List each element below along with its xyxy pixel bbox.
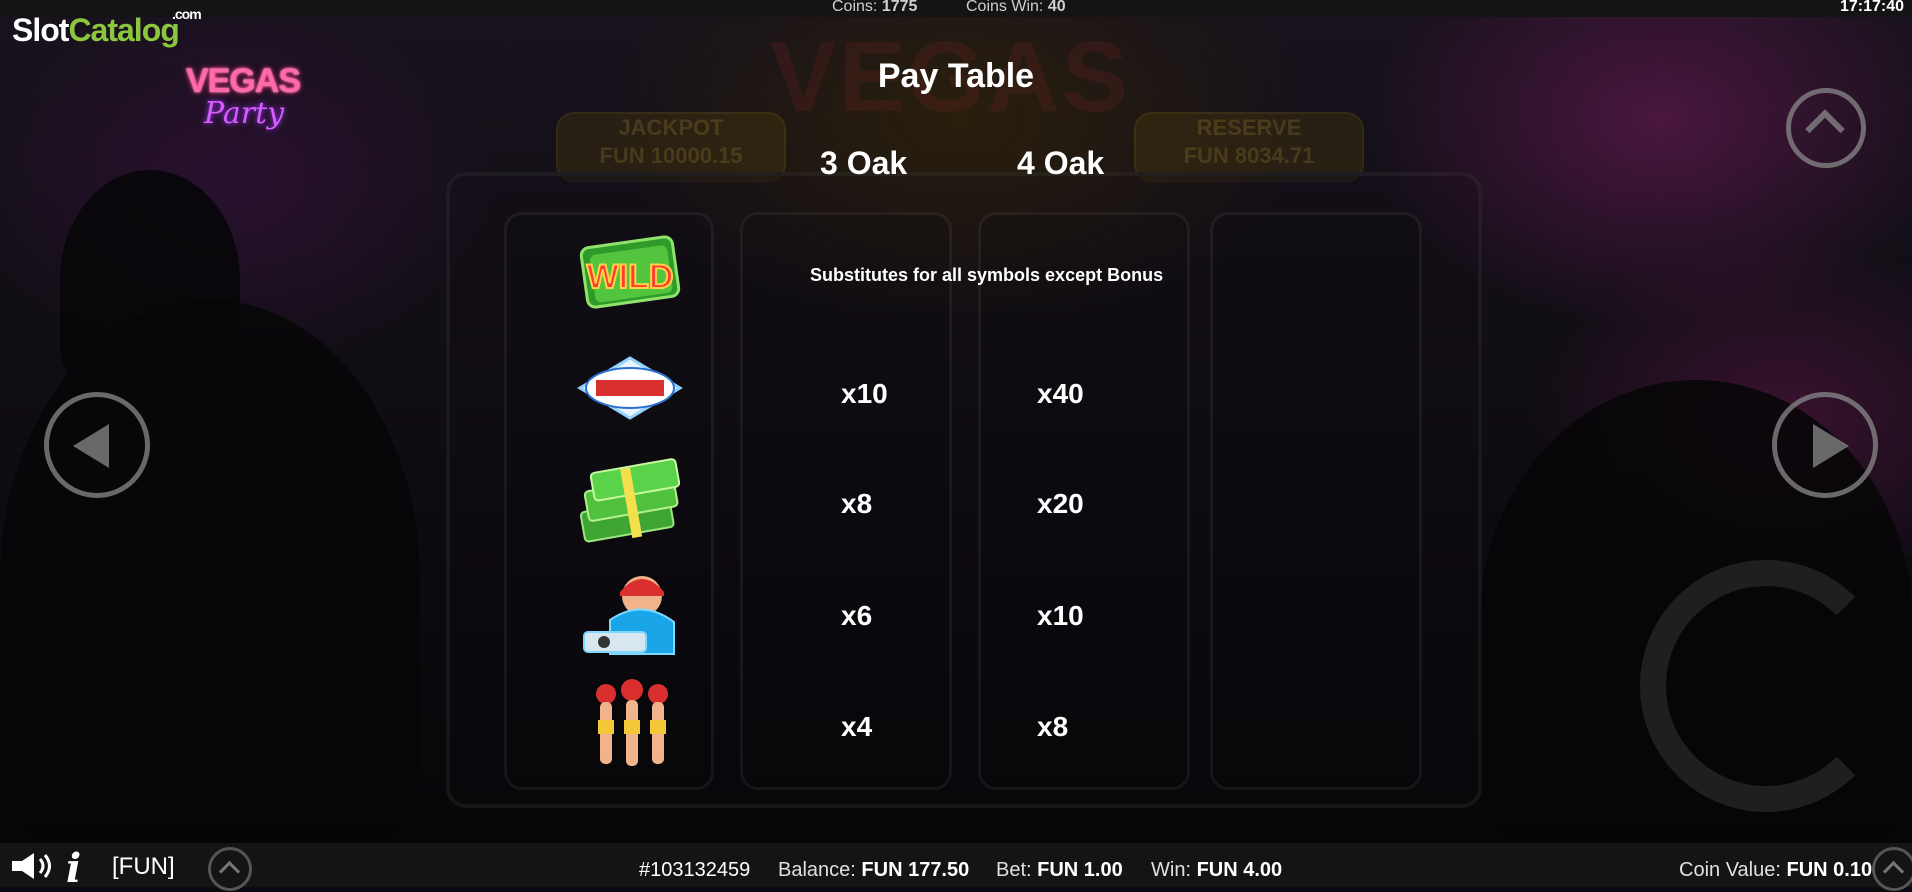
coins-label: Coins: xyxy=(832,0,878,15)
win-display: Win: FUN 4.00 xyxy=(1151,859,1282,882)
payout-4oak: x10 xyxy=(1037,600,1084,631)
payout-4oak: x20 xyxy=(1037,488,1084,519)
coins-win-display: Coins Win: 40 xyxy=(966,0,1066,15)
showgirls-symbol-icon xyxy=(570,676,690,772)
balance-label: Balance: xyxy=(778,859,856,881)
win-label: Win: xyxy=(1151,859,1191,881)
clock: 17:17:40 xyxy=(1839,0,1904,15)
currency-mode: [FUN] xyxy=(112,853,175,880)
chevron-up-icon xyxy=(1805,109,1845,149)
coins-value: 1775 xyxy=(881,0,918,15)
crowd-silhouette xyxy=(60,170,240,390)
payout-4oak: x8 xyxy=(1037,711,1069,742)
reserve-value: FUN 8034.71 xyxy=(1183,143,1315,168)
info-icon[interactable]: i xyxy=(66,845,81,892)
reel xyxy=(978,212,1190,790)
win-value: FUN 4.00 xyxy=(1196,859,1283,881)
balance-display: Balance: FUN 177.50 xyxy=(778,859,969,882)
spin-refresh-icon xyxy=(1640,560,1892,812)
coin-value-label: Coin Value: xyxy=(1679,859,1781,881)
payout-3oak: x6 xyxy=(841,600,873,631)
paytable-title: Pay Table xyxy=(877,57,1035,95)
balance-value: FUN 177.50 xyxy=(861,859,970,881)
jackpot-label: JACKPOT xyxy=(618,115,724,140)
las-vegas-sign-icon xyxy=(570,342,690,438)
svg-text:WILD: WILD xyxy=(587,258,674,296)
reel xyxy=(1210,212,1422,790)
bet-label: Bet: xyxy=(996,859,1032,881)
slotcatalog-watermark: SlotCatalog .com xyxy=(12,6,202,49)
money-stack-icon xyxy=(570,454,690,550)
arrow-right-icon xyxy=(1813,424,1849,468)
reserve-label: RESERVE xyxy=(1196,115,1302,140)
arrow-left-icon xyxy=(73,424,109,468)
round-id: #103132459 xyxy=(639,859,751,881)
bet-display: Bet: FUN 1.00 xyxy=(996,859,1123,882)
wild-description: Substitutes for all symbols except Bonus xyxy=(810,265,1164,285)
speaker-icon[interactable] xyxy=(10,851,54,881)
watermark-com: .com xyxy=(172,6,202,22)
jackpot-value: FUN 10000.15 xyxy=(599,143,743,168)
watermark-slot: Slot xyxy=(12,12,69,48)
coin-value-display: Coin Value: FUN 0.10 xyxy=(1679,859,1872,882)
payout-3oak: x4 xyxy=(841,711,873,742)
menu-up-button[interactable] xyxy=(208,847,252,891)
bottom-status-bar: i [FUN] #103132459 Balance: FUN 177.50 B… xyxy=(0,843,1912,892)
payout-3oak: x8 xyxy=(841,488,873,519)
coins-win-value: 40 xyxy=(1047,0,1066,15)
top-status-bar: Coins: 1775 Coins Win: 40 17:17:40 xyxy=(0,0,1912,17)
watermark-catalog: Catalog xyxy=(68,12,179,48)
payout-3oak: x10 xyxy=(841,378,888,409)
coin-value-value: FUN 0.10 xyxy=(1786,859,1873,881)
settings-up-button[interactable] xyxy=(1872,847,1912,891)
next-page-button[interactable] xyxy=(1772,392,1878,498)
dj-symbol-icon xyxy=(570,566,690,662)
bet-value: FUN 1.00 xyxy=(1037,859,1123,881)
prev-page-button[interactable] xyxy=(44,392,150,498)
close-paytable-button[interactable] xyxy=(1786,88,1866,168)
chevron-up-icon xyxy=(218,860,241,883)
game-logo-line2: Party xyxy=(204,96,285,131)
payout-4oak: x40 xyxy=(1037,378,1084,409)
column-header-3oak: 3 Oak xyxy=(820,145,908,181)
wild-symbol-icon: WILD xyxy=(570,226,690,322)
chevron-up-icon xyxy=(1882,860,1905,883)
column-header-4oak: 4 Oak xyxy=(1017,145,1105,181)
coins-win-label: Coins Win: xyxy=(966,0,1044,15)
coins-display: Coins: 1775 xyxy=(832,0,917,15)
